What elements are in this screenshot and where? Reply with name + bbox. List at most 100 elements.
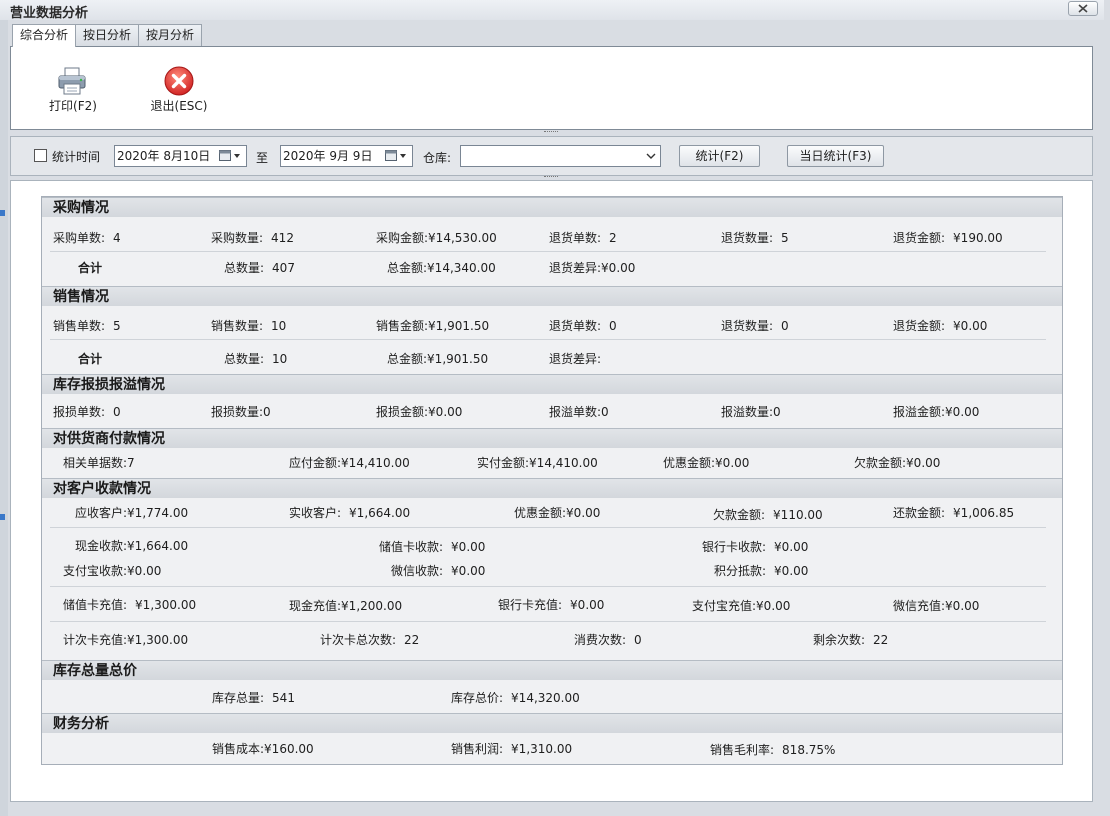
customer-received: 实收客户: ¥1,664.00 (289, 506, 411, 520)
divider (50, 621, 1046, 622)
end-date-value: 2020年 9月 9日 (283, 149, 373, 163)
sales-total-label: 合计 (78, 352, 103, 366)
supplier-section-title: 对供货商付款情况 (42, 428, 1062, 448)
overflow-amount: 报溢金额:¥0.00 (893, 405, 980, 419)
start-date-picker[interactable]: 2020年 8月10日 (114, 145, 247, 167)
divider (50, 339, 1046, 340)
customer-repayment: 还款金额: ¥1,006.85 (893, 506, 1015, 520)
purchase-return-qty: 退货数量: 5 (721, 231, 789, 245)
splitter-grip[interactable] (544, 176, 558, 178)
tab-monthly[interactable]: 按月分析 (138, 24, 203, 46)
printer-icon (58, 67, 86, 95)
sales-total-amount: 总金额:¥1,901.50 (387, 352, 489, 366)
print-label: 打印(F2) (49, 99, 97, 113)
divider (50, 527, 1046, 528)
cash-receipt: 现金收款:¥1,664.00 (75, 539, 189, 553)
supplier-debt: 欠款金额:¥0.00 (854, 456, 941, 470)
points-deduction: 积分抵款: ¥0.00 (714, 564, 809, 578)
alipay-topup: 支付宝充值:¥0.00 (692, 599, 791, 613)
supplier-payable: 应付金额:¥14,410.00 (289, 456, 410, 470)
today-stat-button[interactable]: 当日统计(F3) (787, 145, 884, 167)
stock-section-title: 库存总量总价 (42, 660, 1062, 680)
tab-comprehensive[interactable]: 综合分析 (12, 24, 77, 47)
sales-return-amount: 退货金额: ¥0.00 (893, 319, 988, 333)
sales-return-diff: 退货差异: (549, 352, 602, 366)
window-close-button[interactable] (1068, 1, 1098, 16)
report-panel: 采购情况 采购单数: 4 采购数量: 412 采购金额:¥14,530.00 退货单… (41, 196, 1063, 765)
overflow-qty: 报溢数量:0 (721, 405, 781, 419)
edge-marker (0, 210, 5, 216)
cash-topup: 现金充值:¥1,200.00 (289, 599, 403, 613)
stat-button[interactable]: 统计(F2) (679, 145, 760, 167)
remaining-count: 剩余次数: 22 (813, 633, 889, 647)
time-label: 统计时间 (52, 150, 101, 164)
purchase-qty: 采购数量: 412 (211, 231, 294, 245)
tab-strip: 综合分析 按日分析 按月分析 (12, 24, 203, 47)
purchase-total-label: 合计 (78, 261, 103, 275)
loss-amount: 报损金额:¥0.00 (376, 405, 463, 419)
stock-total-qty: 库存总量: 541 (212, 691, 295, 705)
purchase-section-title: 采购情况 (42, 197, 1062, 217)
supplier-paid: 实付金额:¥14,410.00 (477, 456, 598, 470)
time-checkbox[interactable] (34, 149, 47, 162)
to-label: 至 (256, 151, 269, 165)
supplier-doc-count: 相关单据数:7 (63, 456, 135, 470)
sales-total-qty: 总数量: 10 (224, 352, 288, 366)
stored-card-topup: 储值卡充值: ¥1,300.00 (63, 598, 197, 612)
purchase-orders: 采购单数: 4 (53, 231, 121, 245)
tab-daily[interactable]: 按日分析 (75, 24, 140, 46)
loss-orders: 报损单数: 0 (53, 405, 121, 419)
edge-marker (0, 514, 5, 520)
exit-button[interactable]: 退出(ESC) (139, 63, 219, 119)
window-title: 营业数据分析 (10, 6, 89, 21)
calendar-dropdown-icon (219, 150, 240, 161)
title-bar: 营业数据分析 (0, 0, 1104, 21)
alipay-receipt: 支付宝收款:¥0.00 (63, 564, 162, 578)
customer-receivable: 应收客户:¥1,774.00 (75, 506, 189, 520)
sales-section-title: 销售情况 (42, 286, 1062, 306)
sales-return-orders: 退货单数: 0 (549, 319, 617, 333)
purchase-total-amount: 总金额:¥14,340.00 (387, 261, 496, 275)
supplier-discount: 优惠金额:¥0.00 (663, 456, 750, 470)
purchase-return-amount: 退货金额: ¥190.00 (893, 231, 1003, 245)
purchase-amount: 采购金额:¥14,530.00 (376, 231, 497, 245)
customer-discount: 优惠金额:¥0.00 (514, 506, 601, 520)
purchase-return-orders: 退货单数: 2 (549, 231, 617, 245)
sales-amount: 销售金额:¥1,901.50 (376, 319, 490, 333)
sales-profit: 销售利润: ¥1,310.00 (451, 742, 573, 756)
sales-orders: 销售单数: 5 (53, 319, 121, 333)
filter-bar: 统计时间 2020年 8月10日 至 2020年 9月 9日 仓库: 统计(F2… (10, 136, 1093, 176)
warehouse-select[interactable] (460, 145, 661, 167)
divider (50, 251, 1046, 252)
loss-section-title: 库存报损报溢情况 (42, 374, 1062, 394)
calendar-dropdown-icon (385, 150, 406, 161)
sales-cost: 销售成本:¥160.00 (212, 742, 314, 756)
count-card-total: 计次卡总次数: 22 (320, 633, 420, 647)
loss-qty: 报损数量:0 (211, 405, 271, 419)
start-date-value: 2020年 8月10日 (117, 149, 211, 163)
purchase-return-diff: 退货差异:¥0.00 (549, 261, 636, 275)
sales-qty: 销售数量: 10 (211, 319, 287, 333)
customer-section-title: 对客户收款情况 (42, 478, 1062, 498)
end-date-picker[interactable]: 2020年 9月 9日 (280, 145, 413, 167)
consumption-count: 消费次数: 0 (574, 633, 642, 647)
wechat-receipt: 微信收款: ¥0.00 (391, 564, 486, 578)
bank-card-topup: 银行卡充值: ¥0.00 (498, 598, 605, 612)
count-card-topup: 计次卡充值:¥1,300.00 (63, 633, 189, 647)
finance-section-title: 财务分析 (42, 713, 1062, 733)
bank-card-receipt: 银行卡收款: ¥0.00 (702, 540, 809, 554)
customer-debt: 欠款金额: ¥110.00 (713, 508, 823, 522)
stock-total-value: 库存总价: ¥14,320.00 (451, 691, 580, 705)
warehouse-label: 仓库: (423, 151, 452, 165)
gross-margin: 销售毛利率: 818.75% (710, 743, 836, 757)
stored-card-receipt: 储值卡收款: ¥0.00 (379, 540, 486, 554)
close-circle-icon (164, 66, 194, 96)
toolbar: 打印(F2) 退出(ESC) (10, 46, 1093, 130)
splitter-grip[interactable] (544, 131, 558, 133)
wechat-topup: 微信充值:¥0.00 (893, 599, 980, 613)
divider (50, 586, 1046, 587)
print-button[interactable]: 打印(F2) (33, 63, 113, 119)
purchase-total-qty: 总数量: 407 (224, 261, 295, 275)
sales-return-qty: 退货数量: 0 (721, 319, 789, 333)
overflow-orders: 报溢单数:0 (549, 405, 609, 419)
